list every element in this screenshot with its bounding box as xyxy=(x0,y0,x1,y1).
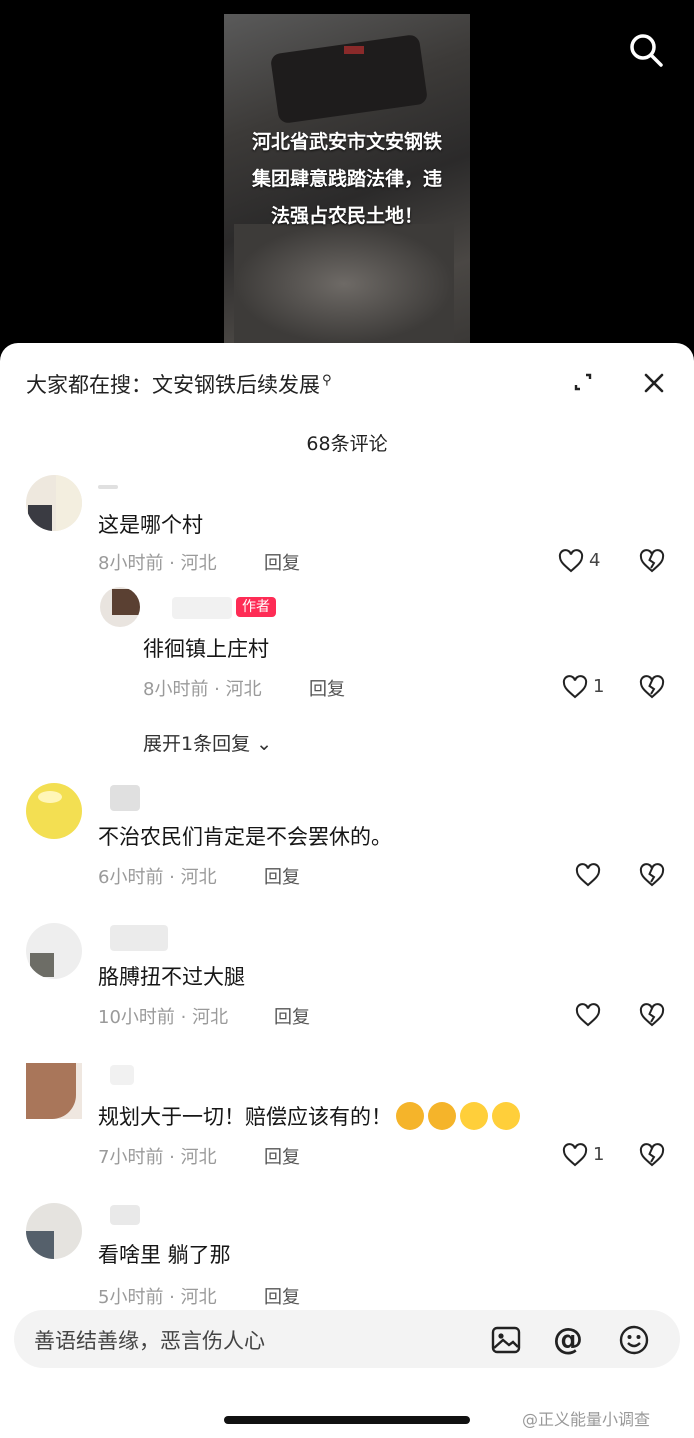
reply-button[interactable]: 回复 xyxy=(264,549,300,575)
expand-icon[interactable] xyxy=(572,371,594,393)
reply-button[interactable]: 回复 xyxy=(274,1003,310,1029)
username-blurred[interactable] xyxy=(110,1205,140,1225)
comment-meta: 5小时前 · 河北 xyxy=(98,1287,217,1308)
like-icon[interactable] xyxy=(562,1143,588,1167)
search-small-icon: ⚲ xyxy=(322,373,332,388)
close-icon[interactable] xyxy=(642,371,666,395)
trending-search-query[interactable]: 文安钢铁后续发展 xyxy=(152,373,320,397)
comment-text: 看啥里 躺了那 xyxy=(98,1243,231,1267)
comment-text-body: 规划大于一切！赔偿应该有的！ xyxy=(98,1105,392,1129)
video-scene-detail xyxy=(344,46,364,54)
author-avatar[interactable] xyxy=(100,587,140,627)
trending-search[interactable]: 大家都在搜：文安钢铁后续发展 ⚲ xyxy=(26,369,332,399)
avatar[interactable] xyxy=(26,783,82,839)
avatar[interactable] xyxy=(26,923,82,979)
image-icon[interactable] xyxy=(490,1324,522,1356)
avatar[interactable] xyxy=(26,475,82,531)
username-blurred[interactable] xyxy=(110,785,140,811)
username-blurred[interactable] xyxy=(110,1065,134,1085)
comments-sheet: 大家都在搜：文安钢铁后续发展 ⚲ 68条评论 这是哪个村 8小时前 · 河北 回复… xyxy=(0,343,694,1438)
trending-search-prefix: 大家都在搜： xyxy=(26,373,152,397)
comment-text: 不治农民们肯定是不会罢休的。 xyxy=(98,825,392,849)
reply-button[interactable]: 回复 xyxy=(264,1143,300,1169)
video-frame: 河北省武安市文安钢铁 集团肆意践踏法律，违 法强占农民土地！ xyxy=(224,14,470,344)
laughing-emoji-icon xyxy=(460,1102,488,1130)
expand-replies-label: 展开1条回复 xyxy=(143,733,251,755)
dislike-icon[interactable] xyxy=(639,549,665,573)
comment-text: 胳膊扭不过大腿 xyxy=(98,965,245,989)
video-caption: 河北省武安市文安钢铁 集团肆意践踏法律，违 法强占农民土地！ xyxy=(224,124,470,235)
watermark: @正义能量小调查 xyxy=(522,1410,651,1429)
author-badge: 作者 xyxy=(236,597,276,617)
reply-button[interactable]: 回复 xyxy=(264,863,300,889)
comment-count: 68条评论 xyxy=(306,433,388,455)
reply-button[interactable]: 回复 xyxy=(264,1283,300,1309)
like-count: 1 xyxy=(593,1144,605,1165)
comment-meta: 10小时前 · 河北 xyxy=(98,1007,229,1028)
like-count: 1 xyxy=(593,676,605,697)
home-indicator xyxy=(224,1416,470,1424)
username-blurred[interactable] xyxy=(110,925,168,951)
comment-meta: 6小时前 · 河北 xyxy=(98,867,217,888)
emoji-icon[interactable] xyxy=(618,1324,650,1356)
like-icon[interactable] xyxy=(558,549,584,573)
mention-icon[interactable]: @ xyxy=(552,1324,584,1356)
comment-item: 看啥里 躺了那 5小时前 · 河北 回复 xyxy=(0,1201,694,1311)
comment-meta: 8小时前 · 河北 xyxy=(98,553,217,574)
video-caption-line: 法强占农民土地！ xyxy=(270,205,423,227)
avatar[interactable] xyxy=(26,1203,82,1259)
reply-text: 徘徊镇上庄村 xyxy=(143,637,269,661)
video-caption-line: 集团肆意践踏法律，违 xyxy=(251,168,442,190)
avatar[interactable] xyxy=(26,1063,82,1119)
comment-input-bar[interactable]: 善语结善缘，恶言伤人心 @ xyxy=(14,1310,680,1368)
comment-meta: 7小时前 · 河北 xyxy=(98,1147,217,1168)
username-blurred[interactable] xyxy=(172,597,232,619)
video-scene-ground xyxy=(234,224,454,344)
dislike-icon[interactable] xyxy=(639,1143,665,1167)
dislike-icon[interactable] xyxy=(639,675,665,699)
laughing-emoji-icon xyxy=(492,1102,520,1130)
comment-text: 这是哪个村 xyxy=(98,513,203,537)
username-blurred[interactable] xyxy=(98,485,118,489)
like-count: 4 xyxy=(589,550,601,571)
like-icon[interactable] xyxy=(562,675,588,699)
like-icon[interactable] xyxy=(575,863,601,887)
search-icon[interactable] xyxy=(628,32,664,68)
reply-button[interactable]: 回复 xyxy=(309,675,345,701)
dislike-icon[interactable] xyxy=(639,1003,665,1027)
comment-input-placeholder[interactable]: 善语结善缘，恶言伤人心 xyxy=(34,1325,265,1355)
dislike-icon[interactable] xyxy=(639,863,665,887)
thumbs-up-emoji-icon xyxy=(396,1102,424,1130)
like-icon[interactable] xyxy=(575,1003,601,1027)
reply-meta: 8小时前 · 河北 xyxy=(143,679,262,700)
video-caption-line: 河北省武安市文安钢铁 xyxy=(251,131,442,153)
thumbs-up-emoji-icon xyxy=(428,1102,456,1130)
expand-replies-button[interactable]: 展开1条回复 ⌄ xyxy=(143,729,272,756)
comment-text: 规划大于一切！赔偿应该有的！ xyxy=(98,1101,520,1131)
video-player[interactable]: 河北省武安市文安钢铁 集团肆意践踏法律，违 法强占农民土地！ xyxy=(0,0,694,360)
chevron-down-icon: ⌄ xyxy=(250,733,273,755)
